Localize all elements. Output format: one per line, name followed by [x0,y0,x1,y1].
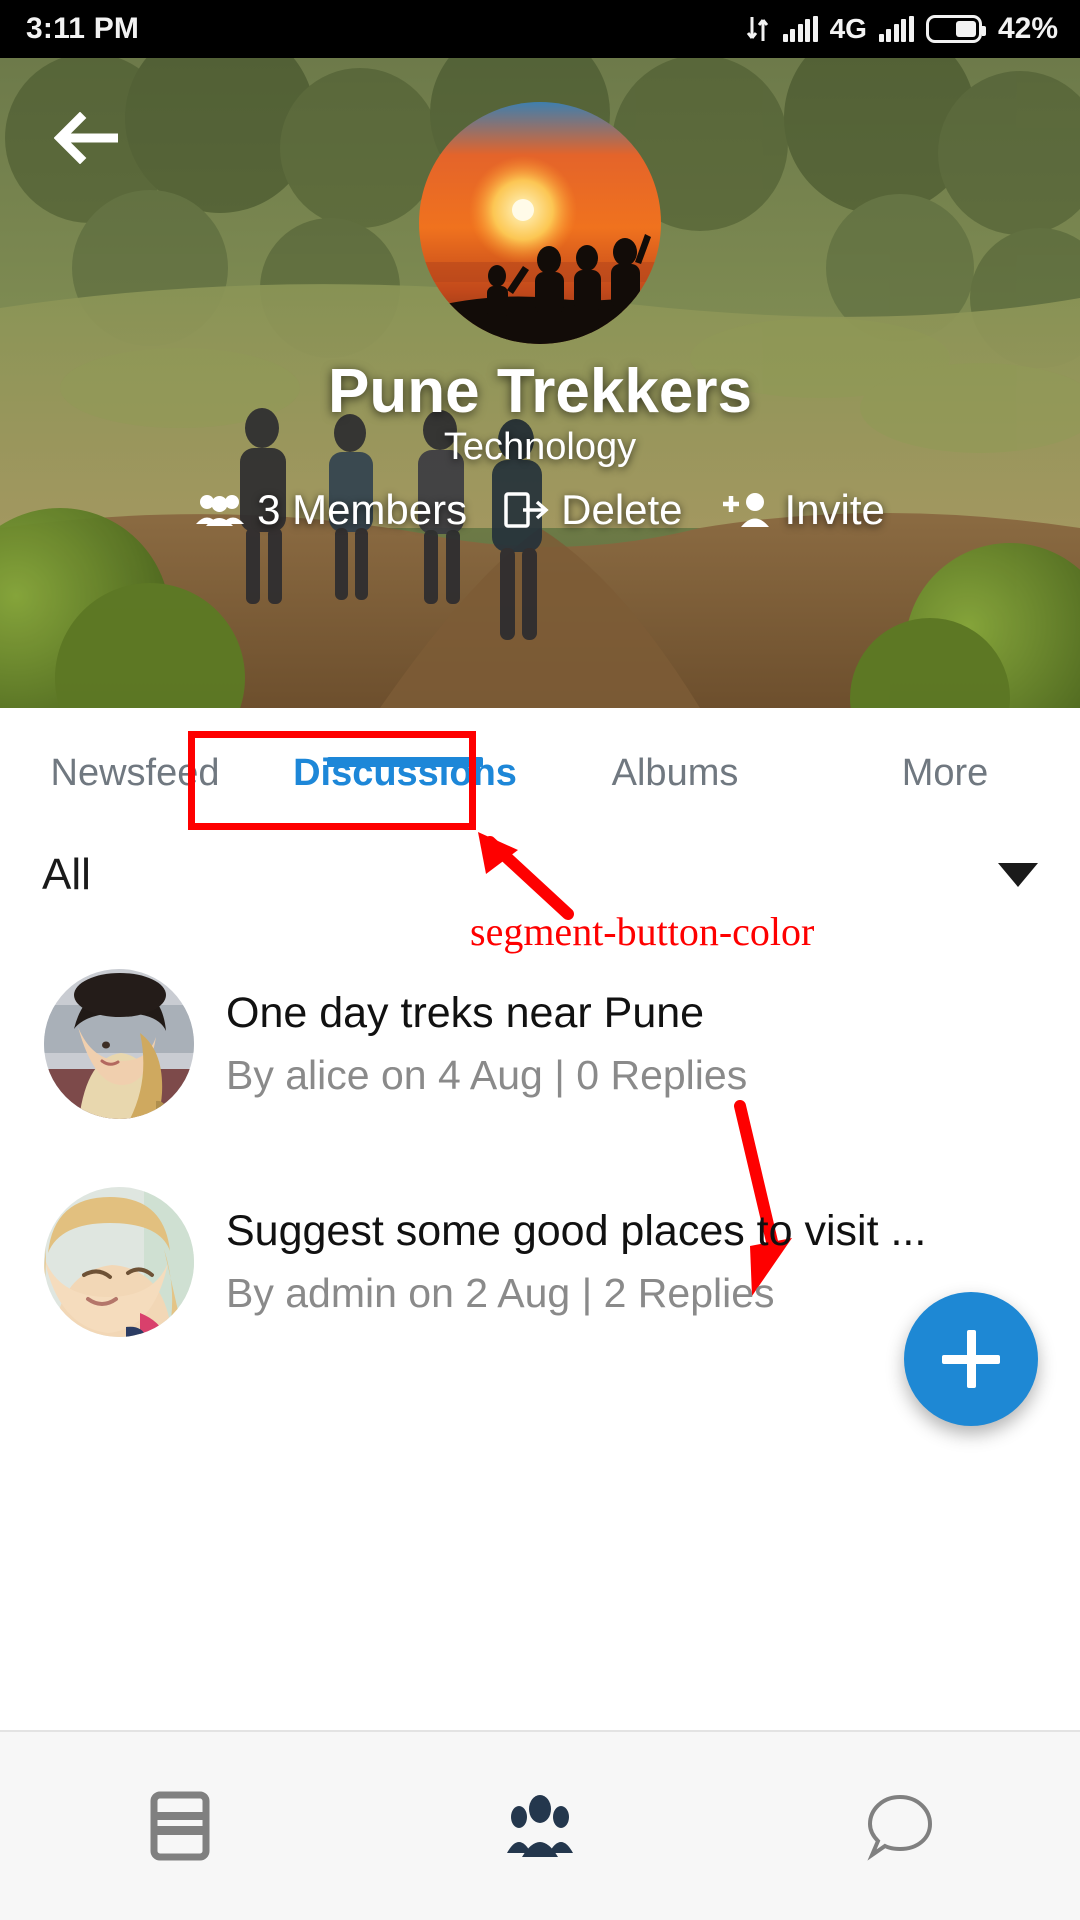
battery-icon [925,15,986,43]
tab-newsfeed-label: Newsfeed [50,752,220,794]
back-button[interactable] [48,100,124,176]
feed-card-icon [150,1791,210,1861]
nav-chat-button[interactable] [720,1791,1080,1861]
back-arrow-icon [54,112,118,164]
group-invite-label: Invite [784,486,885,533]
nav-feed-button[interactable] [0,1790,360,1862]
signal-icon-secondary [878,16,914,42]
avatar [44,969,194,1119]
group-avatar-image [419,102,661,344]
tab-more[interactable]: More [810,708,1080,795]
group-title: Pune Trekkers [328,357,752,426]
data-transfer-icon [745,14,771,44]
group-members-label: 3 Members [257,486,468,533]
groups-people-icon [507,1795,573,1857]
tab-more-label: More [901,752,989,794]
list-item[interactable]: One day treks near Pune By alice on 4 Au… [0,935,1080,1153]
phone-screen: 3:11 PM 4G 42% Pune Trekkers Technology … [0,0,1080,1920]
tab-albums-label: Albums [611,752,739,794]
user-avatar-alice [44,969,194,1119]
group-action-row: 3 Members Delete Invite [0,486,1080,534]
chevron-down-icon [998,863,1038,887]
discussion-title: Suggest some good places to visit ... [226,1207,927,1255]
group-cover-header: Pune Trekkers Technology 3 Members Delet… [0,58,1080,708]
group-avatar[interactable] [419,102,661,344]
discussion-filter-label: All [42,850,91,899]
invite-person-icon [722,493,769,527]
tab-albums[interactable]: Albums [540,708,810,795]
avatar [44,1187,194,1337]
members-icon [196,495,245,526]
chat-bubble-icon [867,1794,933,1861]
tab-discussions[interactable]: Discussions [270,708,540,795]
status-bar: 3:11 PM 4G 42% [0,0,1080,58]
nav-groups-button[interactable] [360,1793,720,1859]
group-members-button[interactable]: 3 Members [195,486,467,534]
battery-percent-label: 42% [997,12,1058,45]
delete-exit-icon [504,492,549,528]
tab-newsfeed[interactable]: Newsfeed [0,708,270,795]
discussion-meta: By alice on 4 Aug | 0 Replies [226,1052,748,1098]
group-invite-button[interactable]: Invite [719,486,885,534]
add-discussion-fab[interactable] [904,1292,1038,1426]
discussion-meta: By admin on 2 Aug | 2 Replies [226,1270,775,1316]
bottom-navigation-bar [0,1730,1080,1920]
group-delete-button[interactable]: Delete [503,486,683,534]
group-delete-label: Delete [561,486,683,533]
discussion-title: One day treks near Pune [226,989,705,1037]
tab-active-underline [327,757,483,767]
user-avatar-admin [44,1187,194,1337]
signal-icon [782,16,818,42]
plus-icon [942,1330,1000,1388]
network-type-label: 4G [829,13,867,44]
status-bar-time: 3:11 PM [26,12,140,45]
discussion-list: One day treks near Pune By alice on 4 Au… [0,935,1080,1371]
group-category: Technology [443,426,637,468]
